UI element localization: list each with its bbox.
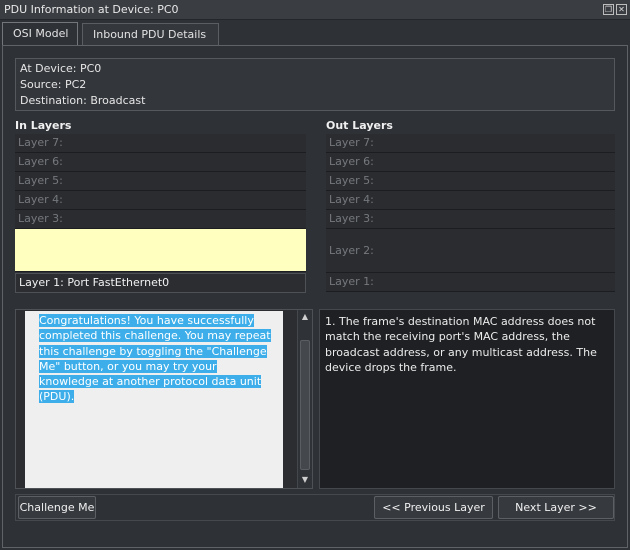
out-layer-5[interactable]: Layer 5: (326, 172, 615, 191)
description-scrollbar[interactable]: ▲ ▼ (297, 310, 312, 488)
at-device-label: At Device: PC0 (20, 62, 102, 75)
in-layers-header: In Layers (15, 119, 72, 132)
challenge-text-area[interactable]: Congratulations! You have successfully c… (25, 311, 283, 488)
next-layer-button[interactable]: Next Layer >> (498, 496, 614, 519)
challenge-text: Congratulations! You have successfully c… (39, 314, 271, 404)
in-layer-4[interactable]: Layer 4: (15, 191, 306, 210)
out-layer-6[interactable]: Layer 6: (326, 153, 615, 172)
tab-inbound-pdu-details[interactable]: Inbound PDU Details (82, 23, 219, 45)
button-row: Challenge Me << Previous Layer Next Laye… (15, 494, 615, 521)
out-layer-2[interactable]: Layer 2: (326, 229, 615, 273)
in-layer-7[interactable]: Layer 7: (15, 134, 306, 153)
title-bar: PDU Information at Device: PC0 ❐ ✕ (0, 0, 630, 20)
layer-result-box: 1. The frame's destination MAC address d… (319, 309, 615, 489)
device-info-box: At Device: PC0 Source: PC2 Destination: … (15, 58, 615, 111)
scroll-down-icon[interactable]: ▼ (300, 474, 310, 486)
out-layer-7[interactable]: Layer 7: (326, 134, 615, 153)
challenge-description-box: Congratulations! You have successfully c… (15, 309, 313, 489)
out-layer-1[interactable]: Layer 1: (326, 273, 615, 292)
osi-model-panel: At Device: PC0 Source: PC2 Destination: … (2, 45, 628, 548)
in-layer-1[interactable]: Layer 1: Port FastEthernet0 (15, 273, 306, 293)
scrollbar-thumb[interactable] (300, 340, 310, 470)
restore-icon[interactable]: ❐ (603, 4, 614, 15)
layer-result-text: 1. The frame's destination MAC address d… (325, 315, 597, 374)
tab-osi-model[interactable]: OSI Model (2, 22, 78, 46)
out-layer-4[interactable]: Layer 4: (326, 191, 615, 210)
scroll-up-icon[interactable]: ▲ (300, 311, 310, 323)
in-layer-6[interactable]: Layer 6: (15, 153, 306, 172)
in-layer-5[interactable]: Layer 5: (15, 172, 306, 191)
challenge-me-button[interactable]: Challenge Me (18, 496, 96, 519)
in-layer-2-highlighted[interactable] (15, 229, 306, 272)
out-layers-header: Out Layers (326, 119, 393, 132)
in-layer-3[interactable]: Layer 3: (15, 210, 306, 229)
window-title: PDU Information at Device: PC0 (4, 3, 179, 16)
destination-label: Destination: Broadcast (20, 94, 146, 107)
out-layer-3[interactable]: Layer 3: (326, 210, 615, 229)
source-label: Source: PC2 (20, 78, 87, 91)
close-icon[interactable]: ✕ (616, 4, 627, 15)
previous-layer-button[interactable]: << Previous Layer (374, 496, 493, 519)
